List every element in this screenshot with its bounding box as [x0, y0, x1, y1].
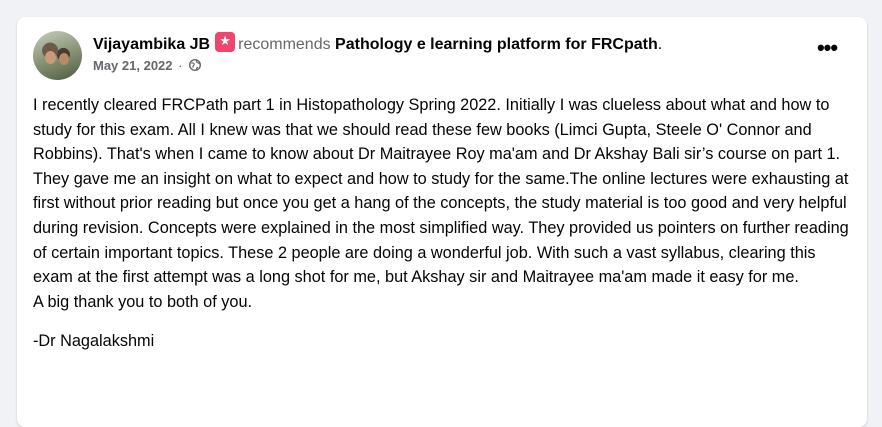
post-paragraph: A big thank you to both of you. — [33, 292, 253, 311]
post-title-line: Vijayambika JB recommends Pathology e lea… — [93, 32, 662, 56]
meta-separator: · — [178, 58, 183, 73]
globe-icon — [189, 59, 202, 71]
post-meta: May 21, 2022 · — [93, 57, 202, 75]
recommend-star-icon — [215, 32, 236, 52]
avatar[interactable] — [33, 31, 82, 80]
author-name[interactable]: Vijayambika JB — [93, 36, 210, 53]
post-header: Vijayambika JB recommends Pathology e lea… — [33, 31, 851, 83]
avatar-face — [45, 51, 56, 64]
avatar-face — [59, 53, 69, 65]
page-name-suffix: . — [657, 36, 663, 53]
post-card: Vijayambika JB recommends Pathology e lea… — [17, 17, 867, 427]
post-paragraph: I recently cleared FRCPath part 1 in His… — [33, 96, 849, 287]
post-body: I recently cleared FRCPath part 1 in His… — [33, 93, 851, 354]
more-options-icon[interactable]: ••• — [811, 35, 843, 67]
post-date[interactable]: May 21, 2022 — [93, 58, 173, 73]
post-signoff: -Dr Nagalakshmi — [33, 332, 155, 351]
recommends-label: recommends — [238, 36, 331, 53]
page-name-link[interactable]: Pathology e learning platform for FRCpat… — [335, 36, 658, 53]
